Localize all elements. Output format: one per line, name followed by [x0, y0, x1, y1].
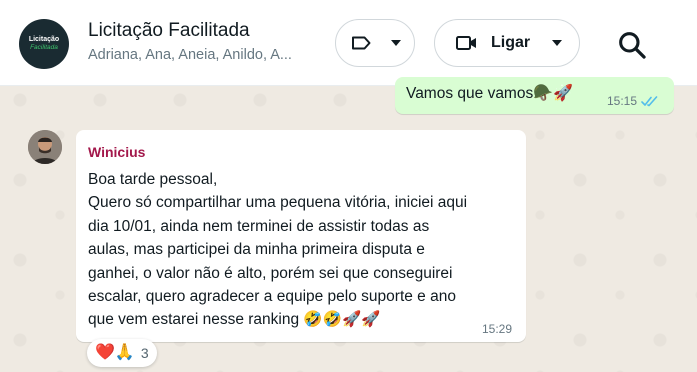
double-check-icon [641, 95, 658, 106]
chevron-down-icon [391, 40, 401, 46]
message-time: 15:29 [482, 322, 513, 336]
reactions-badge[interactable]: ❤️🙏 3 [87, 339, 157, 367]
avatar-logo-subtext: Facilitada [30, 44, 58, 51]
message-line: ganhei, o valor não é alto, porém sei qu… [88, 264, 453, 282]
outgoing-message[interactable]: Vamos que vamos🪖🚀 15:15 [395, 77, 674, 114]
label-icon [352, 36, 371, 50]
chevron-down-icon [552, 40, 563, 46]
message-text: Vamos que vamos🪖🚀 [406, 85, 573, 103]
message-emojis: 🪖🚀 [533, 85, 574, 102]
message-line: que vem estarei nesse ranking 🤣🤣🚀🚀 [88, 311, 381, 329]
incoming-message[interactable]: Winicius Boa tarde pessoal, Quero só com… [76, 130, 526, 342]
message-time: 15:15 [607, 94, 638, 108]
sender-avatar[interactable] [28, 130, 62, 164]
reaction-emojis: ❤️🙏 [95, 344, 135, 361]
group-avatar[interactable]: Licitação Facilitada [19, 19, 69, 69]
sender-avatar-image [28, 130, 62, 164]
avatar-logo-text: Licitação [28, 36, 60, 43]
message-line: Quero só compartilhar uma pequena vitóri… [88, 194, 468, 212]
group-members[interactable]: Adriana, Ana, Aneia, Anildo, A... [88, 47, 308, 63]
sender-name[interactable]: Winicius [88, 144, 145, 160]
message-text-content: Vamos que vamos [406, 85, 534, 102]
message-text: Boa tarde pessoal, Quero só compartilhar… [88, 168, 518, 332]
message-line: dia 10/01, ainda nem terminei de assisti… [88, 217, 430, 235]
video-icon [456, 36, 476, 50]
message-line: aulas, mas participei da minha primeira … [88, 241, 425, 259]
call-label: Ligar [491, 34, 531, 51]
group-title[interactable]: Licitação Facilitada [88, 20, 250, 42]
message-meta: 15:15 [607, 94, 659, 108]
label-button[interactable] [335, 19, 415, 67]
message-line: escalar, quero agradecer a equipe pelo s… [88, 288, 456, 306]
search-icon[interactable] [616, 29, 648, 61]
chat-header[interactable]: Licitação Facilitada Licitação Facilitad… [0, 0, 697, 86]
reaction-count: 3 [140, 345, 149, 361]
call-button[interactable]: Ligar [434, 19, 580, 67]
message-line: Boa tarde pessoal, [88, 171, 218, 188]
